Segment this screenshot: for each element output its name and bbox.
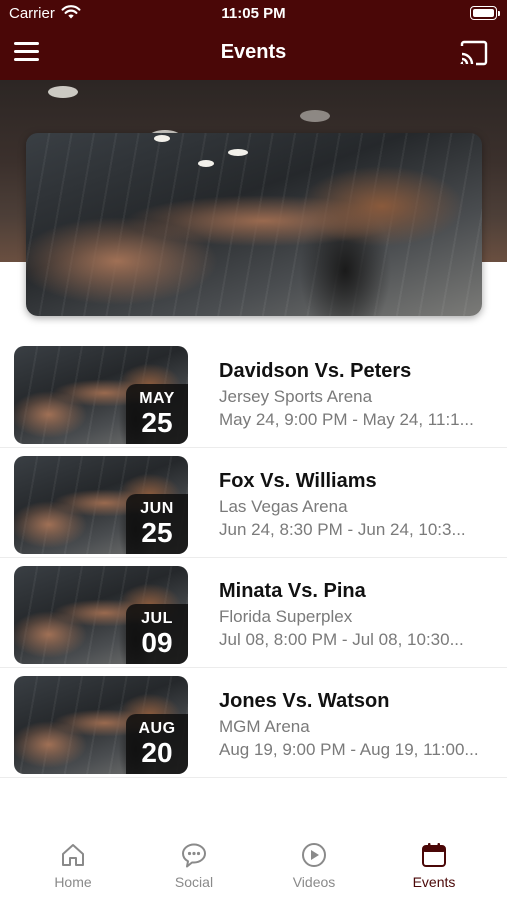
date-badge: JUN 25	[126, 494, 188, 554]
event-month: JUN	[140, 500, 174, 517]
tab-videos[interactable]: Videos	[264, 842, 364, 890]
event-thumbnail: JUL 09	[14, 566, 188, 664]
event-time: Jul 08, 8:00 PM - Jul 08, 10:30...	[219, 630, 464, 649]
tab-label: Events	[412, 874, 456, 890]
event-title: Davidson Vs. Peters	[219, 360, 412, 382]
nav-bar: Events	[0, 28, 507, 80]
event-month: AUG	[138, 720, 176, 737]
event-venue: MGM Arena	[219, 717, 310, 736]
event-day: 09	[141, 627, 173, 658]
event-day: 25	[141, 407, 173, 438]
event-venue: Florida Superplex	[219, 607, 353, 626]
chat-bubble-icon	[182, 843, 206, 868]
tab-label: Social	[174, 874, 214, 890]
event-thumbnail: JUN 25	[14, 456, 188, 554]
tab-social[interactable]: Social	[144, 842, 244, 890]
date-badge: AUG 20	[126, 714, 188, 774]
cast-icon[interactable]	[459, 40, 489, 66]
event-day: 25	[141, 517, 173, 548]
event-list: MAY 25 Davidson Vs. Peters Jersey Sports…	[0, 338, 507, 778]
battery-icon	[470, 6, 500, 20]
status-time: 11:05 PM	[221, 5, 286, 22]
page-title: Events	[220, 41, 287, 63]
tab-label: Home	[54, 874, 92, 890]
event-row[interactable]: JUL 09 Minata Vs. Pina Florida Superplex…	[0, 558, 507, 668]
event-row[interactable]: MAY 25 Davidson Vs. Peters Jersey Sports…	[0, 338, 507, 448]
home-icon	[62, 844, 84, 866]
event-time: Aug 19, 9:00 PM - Aug 19, 11:00...	[219, 740, 479, 759]
event-time: May 24, 9:00 PM - May 24, 11:1...	[219, 410, 474, 429]
featured-event-image[interactable]	[26, 133, 482, 316]
event-thumbnail: MAY 25	[14, 346, 188, 444]
calendar-icon	[422, 843, 446, 867]
date-badge: JUL 09	[126, 604, 188, 664]
tab-home[interactable]: Home	[23, 842, 123, 890]
date-badge: MAY 25	[126, 384, 188, 444]
play-circle-icon	[302, 843, 326, 867]
event-venue: Las Vegas Arena	[219, 497, 348, 516]
event-thumbnail: AUG 20	[14, 676, 188, 774]
event-venue: Jersey Sports Arena	[219, 387, 373, 406]
event-day: 20	[141, 737, 173, 768]
event-time: Jun 24, 8:30 PM - Jun 24, 10:3...	[219, 520, 466, 539]
event-title: Jones Vs. Watson	[219, 690, 390, 712]
tab-label: Videos	[292, 874, 336, 890]
event-month: JUL	[141, 610, 173, 627]
tab-bar: Home Social Videos Events	[0, 830, 507, 900]
event-row[interactable]: AUG 20 Jones Vs. Watson MGM Arena Aug 19…	[0, 668, 507, 778]
event-title: Minata Vs. Pina	[219, 580, 366, 602]
event-month: MAY	[139, 390, 175, 407]
status-bar: Carrier 11:05 PM	[0, 0, 507, 28]
tab-events[interactable]: Events	[384, 842, 484, 890]
event-row[interactable]: JUN 25 Fox Vs. Williams Las Vegas Arena …	[0, 448, 507, 558]
event-title: Fox Vs. Williams	[219, 470, 377, 492]
